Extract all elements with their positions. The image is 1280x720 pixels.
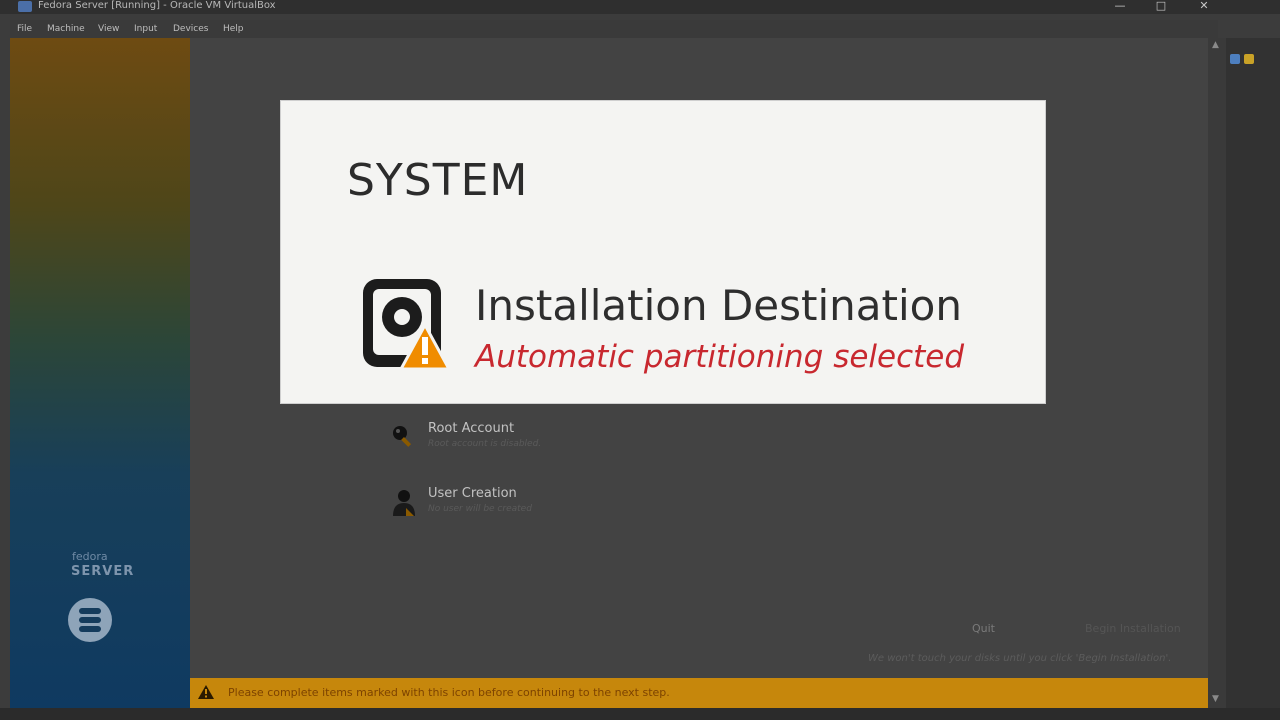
spoke-title: Root Account: [428, 421, 515, 436]
warning-icon: [198, 685, 214, 699]
menu-view[interactable]: View: [98, 24, 119, 34]
scroll-up-icon[interactable]: ▲: [1212, 40, 1219, 50]
brand-server: SERVER: [71, 564, 135, 579]
zoomed-callout: SYSTEM Installation Destination Automati…: [280, 100, 1046, 404]
vm-screen: Fedora Server [Running] - Oracle VM Virt…: [0, 0, 1280, 720]
spoke-title: User Creation: [428, 486, 517, 501]
disk-warning-icon: [363, 279, 452, 371]
spoke-status: Root account is disabled.: [428, 439, 542, 449]
fedora-logo-icon: [68, 598, 112, 642]
spoke-status: No user will be created: [428, 504, 532, 514]
minimize-button[interactable]: —: [1110, 0, 1130, 14]
maximize-button[interactable]: □: [1151, 0, 1171, 14]
key-icon: [393, 426, 412, 447]
host-background: [1226, 38, 1280, 720]
vm-status-bar: [0, 708, 1280, 720]
spoke-status-partitioning: Automatic partitioning selected: [475, 339, 965, 375]
spoke-title-installation-destination[interactable]: Installation Destination: [475, 281, 962, 330]
brand-fedora: fedora: [72, 550, 108, 563]
virtualbox-icon: [18, 1, 32, 12]
warning-text: Please complete items marked with this i…: [228, 686, 670, 699]
warning-bar: Please complete items marked with this i…: [190, 678, 1218, 708]
anaconda-sidebar: fedora SERVER: [10, 38, 190, 708]
menu-devices[interactable]: Devices: [173, 24, 208, 34]
begin-installation-button[interactable]: Begin Installation: [1085, 622, 1181, 635]
section-title: SYSTEM: [347, 155, 529, 206]
close-button[interactable]: ✕: [1194, 0, 1214, 14]
quit-button[interactable]: Quit: [972, 622, 995, 635]
host-app-icon: [1244, 54, 1254, 64]
host-app-icon: [1230, 54, 1240, 64]
user-icon: [393, 490, 415, 516]
window-title: Fedora Server [Running] - Oracle VM Virt…: [38, 0, 276, 11]
scroll-down-icon[interactable]: ▼: [1212, 694, 1219, 704]
menu-machine[interactable]: Machine: [47, 24, 85, 34]
menu-file[interactable]: File: [17, 24, 32, 34]
menu-help[interactable]: Help: [223, 24, 244, 34]
menu-bar: File Machine View Input Devices Help: [10, 20, 1218, 38]
footer-note: We won't touch your disks until you clic…: [868, 653, 1172, 664]
vertical-scrollbar[interactable]: ▲ ▼: [1208, 38, 1226, 708]
menu-input[interactable]: Input: [134, 24, 157, 34]
window-titlebar: Fedora Server [Running] - Oracle VM Virt…: [0, 0, 1280, 14]
